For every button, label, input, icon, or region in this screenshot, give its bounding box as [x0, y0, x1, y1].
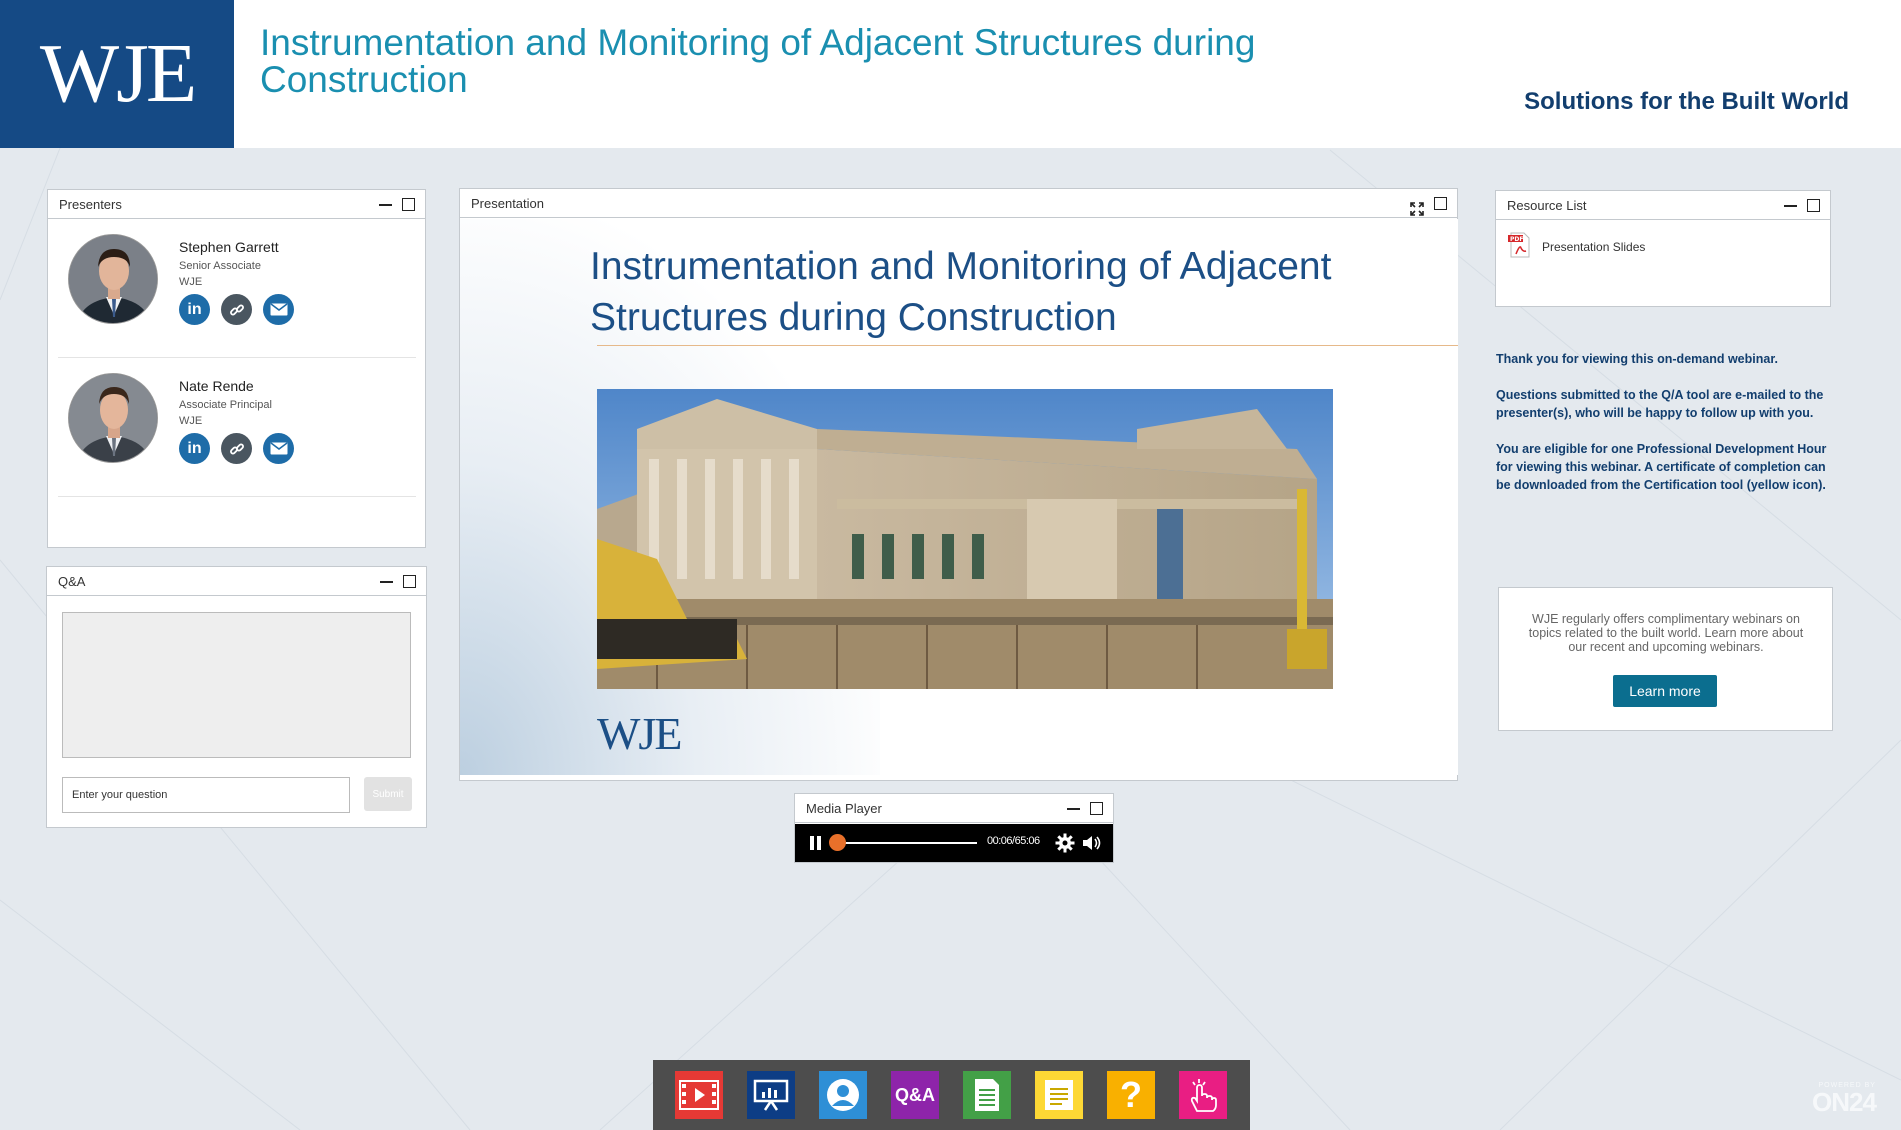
presentation-icon: [753, 1079, 789, 1111]
minimize-icon[interactable]: [379, 198, 392, 211]
wje-logo: WJE: [0, 0, 234, 148]
dock-engagement[interactable]: [1179, 1071, 1227, 1119]
media-player-header[interactable]: Media Player: [795, 794, 1113, 823]
presenter-socials: in: [179, 294, 294, 325]
presentation-panel: Presentation Instrumentation and Monitor…: [459, 188, 1458, 781]
presentation-slide: Instrumentation and Monitoring of Adjace…: [460, 219, 1458, 775]
presenter-org: WJE: [179, 276, 203, 288]
logo-text: WJE: [39, 27, 197, 120]
resource-list-panel: Resource List PDF Presentation Slides: [1495, 190, 1831, 307]
slide-title: Instrumentation and Monitoring of Adjace…: [590, 245, 1332, 339]
dock-qa[interactable]: Q&A: [891, 1071, 939, 1119]
presenter-role: Senior Associate: [179, 260, 261, 272]
resource-label: Presentation Slides: [1542, 239, 1646, 254]
media-player-panel: Media Player 00:06/65:06: [794, 793, 1114, 863]
dock-resources[interactable]: [963, 1071, 1011, 1119]
linkedin-icon[interactable]: in: [179, 433, 210, 464]
presenter-socials: in: [179, 433, 294, 464]
presenter-role: Associate Principal: [179, 399, 272, 411]
submit-button[interactable]: Submit: [364, 777, 412, 811]
info-paragraph: Thank you for viewing this on-demand web…: [1496, 352, 1778, 366]
fullscreen-icon[interactable]: [1410, 197, 1424, 216]
svg-text:PDF: PDF: [1510, 236, 1523, 243]
panel-title: Q&A: [58, 574, 86, 589]
qa-history-area[interactable]: [62, 612, 411, 758]
dock-notes[interactable]: [1035, 1071, 1083, 1119]
email-icon[interactable]: [263, 433, 294, 464]
email-icon[interactable]: [263, 294, 294, 325]
maximize-icon[interactable]: [1807, 199, 1820, 212]
presentation-panel-header[interactable]: Presentation: [460, 189, 1457, 218]
panel-title: Resource List: [1507, 198, 1587, 213]
qa-panel-header[interactable]: Q&A: [47, 567, 426, 596]
on24-branding: POWERED BY ON24: [1812, 1082, 1877, 1117]
event-title: Instrumentation and Monitoring of Adjace…: [260, 22, 1256, 100]
info-text: Thank you for viewing this on-demand web…: [1496, 350, 1836, 512]
presenter-name: Stephen Garrett: [179, 239, 279, 255]
engagement-icon: [1190, 1079, 1217, 1112]
link-icon[interactable]: [221, 294, 252, 325]
avatar: [68, 234, 158, 324]
time-readout: 00:06/65:06: [987, 835, 1040, 847]
presenter-name: Nate Rende: [179, 378, 254, 394]
resource-item-presentation-slides[interactable]: PDF Presentation Slides: [1508, 232, 1645, 261]
presenters-panel: Presenters Stephen Garrett Senior Associ…: [47, 189, 426, 548]
notes-icon: [1045, 1080, 1073, 1110]
presenter-org: WJE: [179, 415, 203, 427]
settings-gear-icon[interactable]: [1055, 833, 1075, 853]
avatar: [68, 373, 158, 463]
player-controls: 00:06/65:06: [795, 824, 1113, 862]
building-photo: [597, 389, 1333, 689]
dock-presentation[interactable]: [747, 1071, 795, 1119]
panel-title: Media Player: [806, 801, 882, 816]
panel-title: Presenters: [59, 197, 122, 212]
panel-title: Presentation: [471, 196, 544, 211]
maximize-icon[interactable]: [402, 198, 415, 211]
dock-certification[interactable]: ?: [1107, 1071, 1155, 1119]
info-paragraph: Questions submitted to the Q/A tool are …: [1496, 388, 1824, 420]
media-player-icon: [679, 1080, 719, 1110]
volume-icon[interactable]: [1082, 834, 1102, 852]
resource-list-header[interactable]: Resource List: [1496, 191, 1830, 220]
dock-presenters[interactable]: [819, 1071, 867, 1119]
certification-icon: ?: [1120, 1074, 1142, 1115]
linkedin-icon[interactable]: in: [179, 294, 210, 325]
header: WJE Instrumentation and Monitoring of Ad…: [0, 0, 1901, 148]
seek-handle[interactable]: [828, 834, 846, 851]
qa-panel: Q&A Submit: [46, 566, 427, 828]
slide-divider: [597, 345, 1458, 346]
link-icon[interactable]: [221, 433, 252, 464]
slide-logo: WJE: [597, 708, 682, 759]
info-paragraph: You are eligible for one Professional De…: [1496, 442, 1827, 492]
maximize-icon[interactable]: [1434, 197, 1447, 210]
seek-bar[interactable]: [837, 842, 977, 844]
pause-icon[interactable]: [809, 836, 823, 850]
tagline: Solutions for the Built World: [1524, 88, 1849, 115]
presenters-panel-header[interactable]: Presenters: [48, 190, 425, 219]
presenters-icon: [827, 1079, 859, 1111]
minimize-icon[interactable]: [1784, 199, 1797, 212]
maximize-icon[interactable]: [1090, 802, 1103, 815]
learn-more-card: WJE regularly offers complimentary webin…: [1498, 587, 1833, 731]
question-input[interactable]: [62, 777, 350, 813]
resources-icon: [975, 1079, 999, 1111]
pdf-icon: PDF: [1508, 232, 1532, 261]
minimize-icon[interactable]: [1067, 802, 1080, 815]
learn-more-text: WJE regularly offers complimentary webin…: [1528, 612, 1804, 654]
qa-icon: Q&A: [895, 1084, 935, 1105]
minimize-icon[interactable]: [380, 575, 393, 588]
dock-media-player[interactable]: [675, 1071, 723, 1119]
presenter-card: Nate Rende Associate Principal WJE in: [58, 359, 416, 497]
learn-more-button[interactable]: Learn more: [1613, 675, 1717, 707]
presenter-card: Stephen Garrett Senior Associate WJE in: [58, 220, 416, 358]
tool-dock: Q&A ?: [653, 1060, 1250, 1130]
maximize-icon[interactable]: [403, 575, 416, 588]
on24-logo: ON24: [1812, 1087, 1877, 1117]
